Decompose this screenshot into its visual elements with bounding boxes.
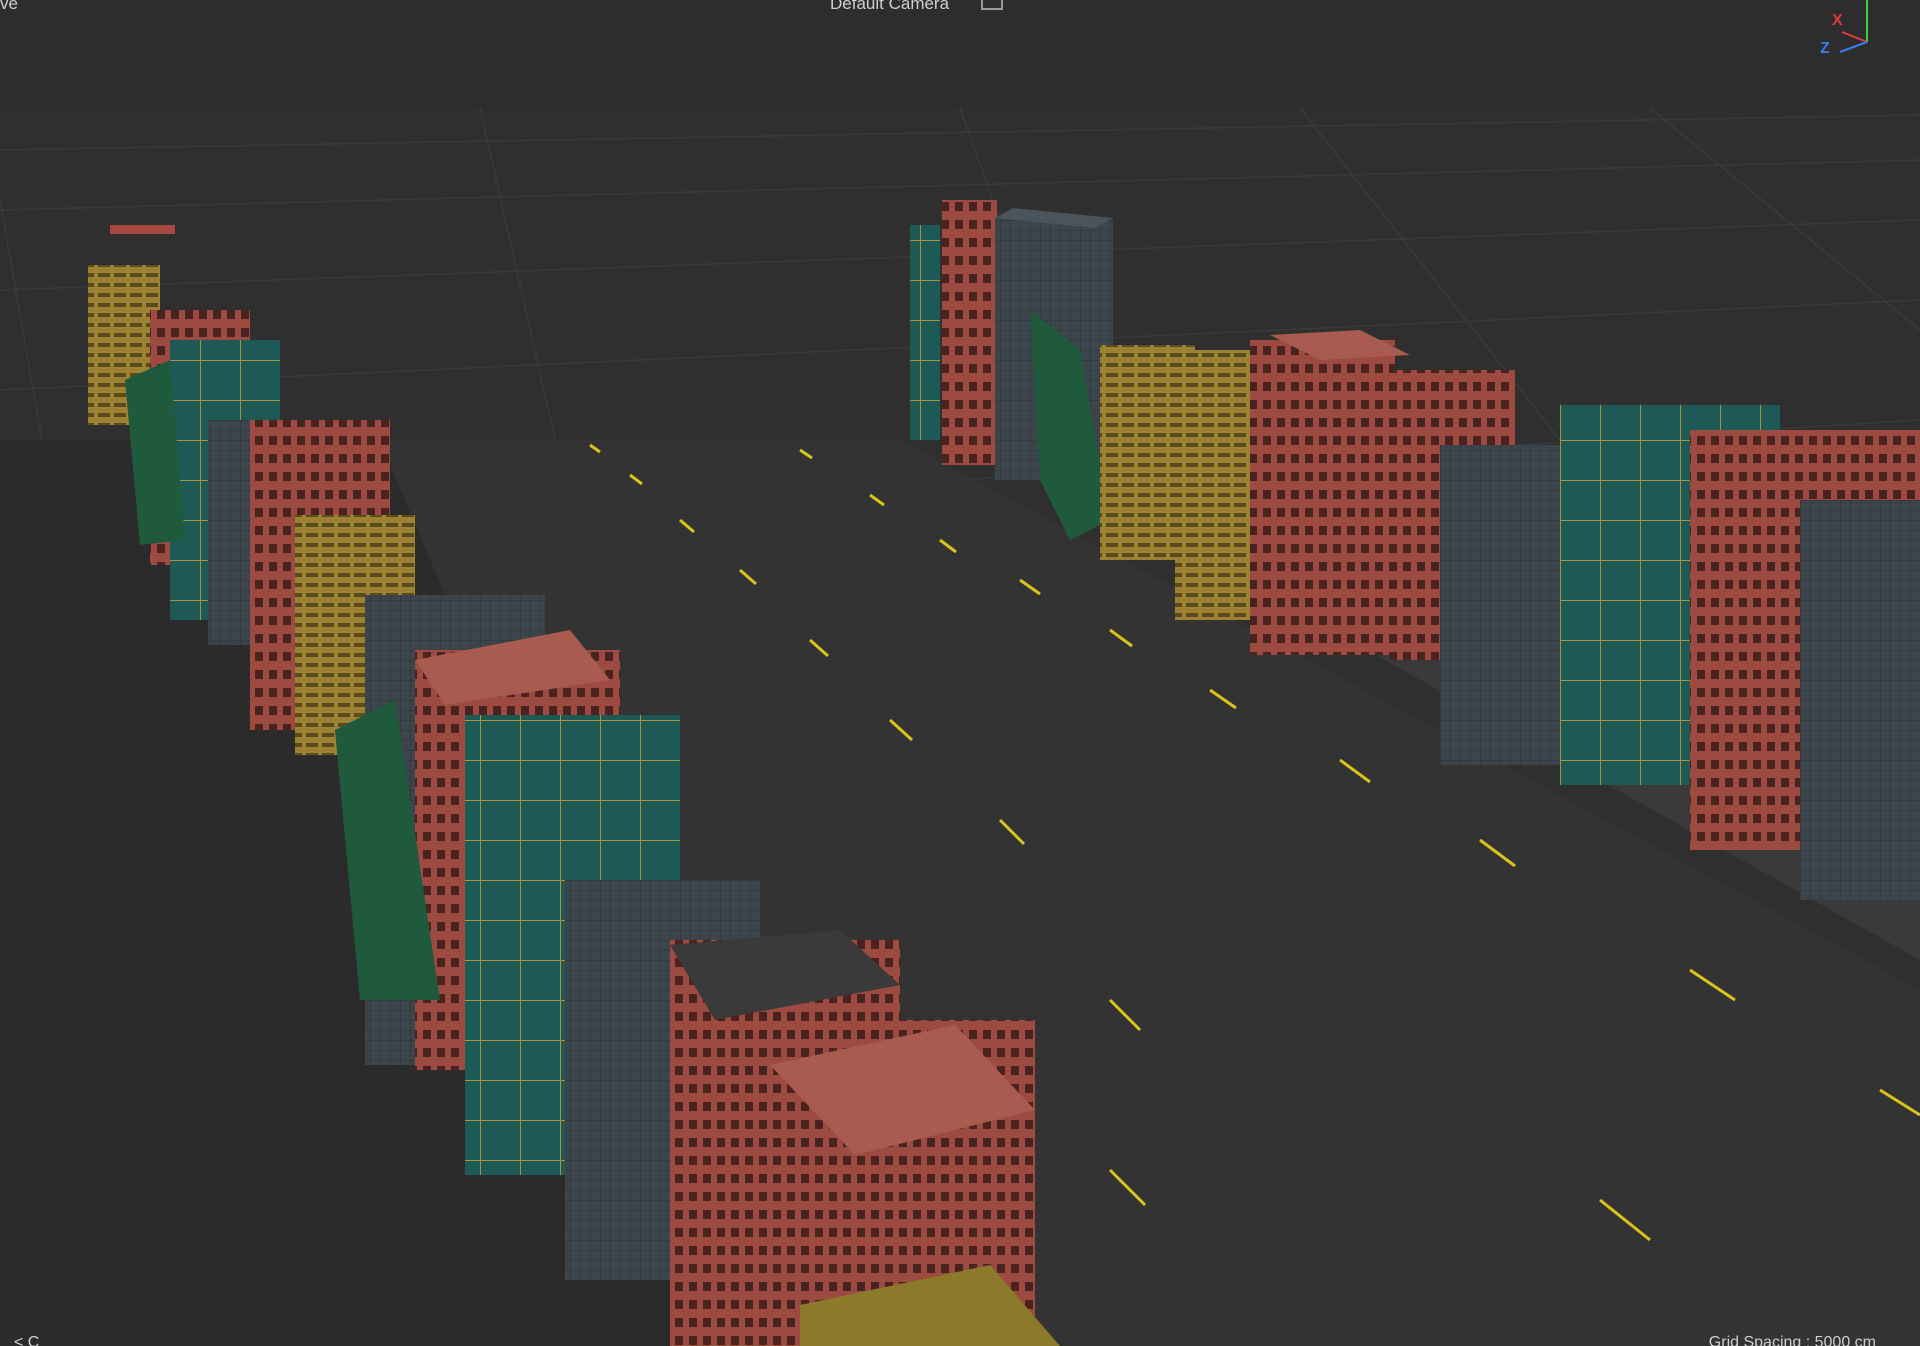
- viewport-bottom-left-label: < C: [14, 1334, 40, 1346]
- grid-spacing-label: Grid Spacing : 5000 cm: [1708, 1334, 1876, 1346]
- 3d-viewport[interactable]: ve Default Camera X Z < C Grid Spacing :…: [0, 0, 1920, 1346]
- viewport-mode-label: ve: [0, 0, 18, 13]
- far-building-red: [942, 200, 997, 465]
- building-slate-r8: [1800, 500, 1920, 900]
- axis-gizmo: X Z: [1800, 0, 1880, 70]
- camera-label[interactable]: Default Camera: [830, 0, 949, 14]
- building-red-r3: [1250, 340, 1395, 655]
- axis-x-label: X: [1832, 12, 1843, 29]
- far-building-teal: [910, 225, 940, 440]
- small-red-marker: [110, 225, 175, 234]
- axis-gizmo-lines-icon: [1839, 0, 1868, 53]
- camera-menu-icon[interactable]: [981, 0, 1003, 10]
- axis-z-label: Z: [1820, 40, 1830, 57]
- scene-canvas[interactable]: [0, 0, 1920, 1346]
